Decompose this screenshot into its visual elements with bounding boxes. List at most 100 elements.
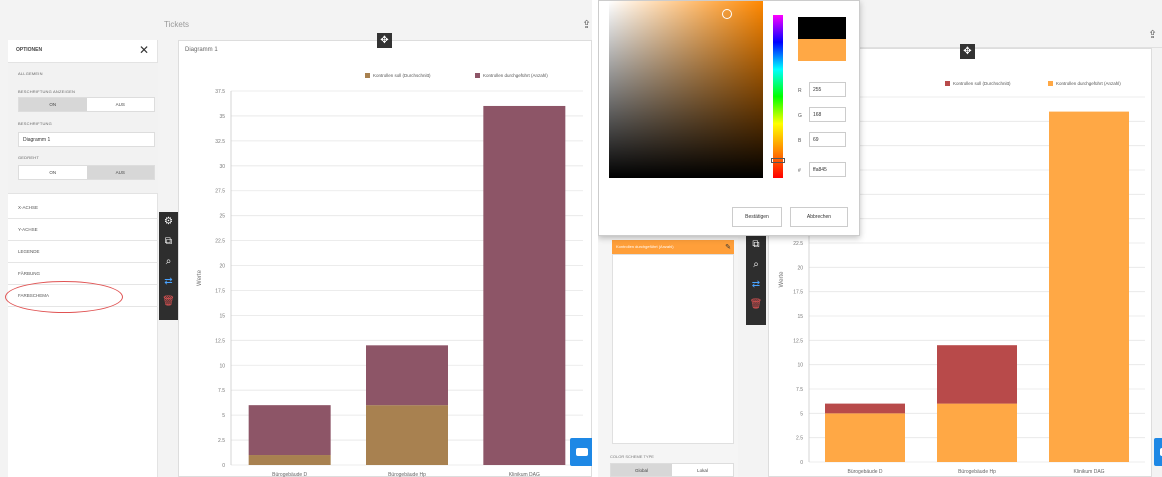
scheme-global[interactable]: Global: [611, 464, 672, 476]
hex-label: #: [798, 168, 801, 174]
previous-color-swatch: [798, 17, 846, 39]
hue-slider-handle[interactable]: [771, 158, 785, 163]
cancel-button[interactable]: Abbrechen: [790, 207, 848, 227]
beschriftung-label: BESCHRIFTUNG: [18, 121, 52, 126]
zoom-icon[interactable]: ⌕: [166, 256, 172, 267]
color-picker-popup: R G B # Bestätigen Abbrechen: [598, 0, 860, 236]
chart-card: Diagramm 1 Kontrollen soll (Durchschnitt…: [178, 40, 592, 477]
copy-icon[interactable]: ⧉: [752, 239, 759, 250]
zoom-icon[interactable]: ⌕: [753, 259, 759, 270]
y-tick-label: 27.5: [215, 189, 225, 195]
allgemein-label: ALLGEMEIN: [18, 71, 43, 76]
gear-icon[interactable]: ⚙: [164, 216, 173, 227]
trash-icon[interactable]: 🗑: [162, 296, 175, 307]
y-tick-label: 20: [219, 264, 225, 270]
bar-segment: [483, 105, 566, 466]
y-tick-label: 37.5: [215, 89, 225, 95]
bar-segment: [366, 405, 448, 465]
y-tick-label: 0: [222, 463, 225, 469]
y-tick-label: 17.5: [215, 288, 225, 294]
edit-icon[interactable]: ✎: [725, 243, 731, 251]
highlight-oval: [5, 281, 123, 313]
g-label: G: [798, 113, 802, 119]
y-tick-label: 10: [797, 363, 803, 369]
y-tick-label: 5: [800, 411, 803, 417]
hue-slider[interactable]: [773, 15, 783, 178]
y-tick-label: 22.5: [793, 241, 803, 247]
copy-icon[interactable]: ⧉: [165, 236, 172, 247]
share-icon[interactable]: ⇪: [582, 18, 591, 31]
gedreht-on[interactable]: ON: [19, 166, 87, 179]
options-header: OPTIONEN ✕: [8, 40, 157, 60]
right-screenshot: ⇪ Kontrollen durchgeführt (Anzahl) ✎ COL…: [598, 0, 1162, 477]
y-tick-label: 15: [797, 314, 803, 320]
move-icon[interactable]: ✥: [960, 44, 975, 59]
beschriftung-anzeigen-on[interactable]: ON: [19, 98, 87, 111]
saturation-value-area[interactable]: [609, 1, 763, 178]
option-item-x-achse[interactable]: X-ACHSE: [8, 197, 158, 219]
chat-icon[interactable]: [570, 438, 592, 466]
hex-input[interactable]: [809, 162, 846, 177]
beschriftung-anzeigen-label: BESCHRIFTUNG ANZEIGEN: [18, 89, 76, 94]
x-tick-label: Bürogebäude Hp: [388, 472, 426, 477]
color-cursor[interactable]: [722, 9, 732, 19]
general-section: ALLGEMEIN BESCHRIFTUNG ANZEIGEN ON AUS B…: [8, 62, 158, 194]
options-title: OPTIONEN: [16, 47, 43, 53]
chat-icon[interactable]: [1154, 438, 1162, 466]
bar-segment: [937, 403, 1017, 462]
y-tick-label: 0: [800, 460, 803, 466]
y-tick-label: 5: [222, 413, 225, 419]
beschriftung-anzeigen-toggle[interactable]: ON AUS: [18, 97, 155, 112]
bar-segment: [825, 403, 905, 414]
y-tick-label: 10: [219, 363, 225, 369]
y-tick-label: 12.5: [793, 338, 803, 344]
y-tick-label: 7.5: [796, 387, 803, 393]
tool-sidebar: ⚙ ⧉ ⌕ ⇄ 🗑: [159, 212, 178, 320]
series-item-durchgefuehrt[interactable]: Kontrollen durchgeführt (Anzahl) ✎: [612, 240, 734, 254]
scheme-type-toggle[interactable]: Global Lokal: [610, 463, 734, 477]
y-tick-label: 12.5: [215, 338, 225, 344]
series-item-label: Kontrollen durchgeführt (Anzahl): [616, 244, 674, 249]
bar-segment: [366, 345, 448, 406]
y-tick-label: 25: [219, 214, 225, 220]
share-icon[interactable]: ⇪: [1148, 28, 1157, 41]
swap-icon[interactable]: ⇄: [752, 279, 760, 290]
gedreht-toggle[interactable]: ON AUS: [18, 165, 155, 180]
trash-icon[interactable]: 🗑: [750, 299, 763, 310]
move-icon[interactable]: ✥: [377, 33, 392, 48]
right-topbar: ⇪: [860, 20, 1162, 48]
y-tick-label: 22.5: [215, 239, 225, 245]
y-axis-label: Werte: [779, 271, 785, 288]
r-input[interactable]: [809, 82, 846, 97]
g-input[interactable]: [809, 107, 846, 122]
scheme-lokal[interactable]: Lokal: [672, 464, 733, 476]
y-tick-label: 15: [219, 313, 225, 319]
left-screenshot: Tickets ⇪ OPTIONEN ✕ ALLGEMEIN BESCHRIFT…: [0, 0, 592, 477]
y-tick-label: 2.5: [796, 436, 803, 442]
option-item-y-achse[interactable]: Y-ACHSE: [8, 219, 158, 241]
beschriftung-input[interactable]: [18, 132, 155, 147]
close-icon[interactable]: ✕: [139, 43, 149, 57]
y-tick-label: 35: [219, 114, 225, 120]
x-tick-label: Bürogebäude D: [847, 469, 882, 475]
confirm-button[interactable]: Bestätigen: [732, 207, 782, 227]
gedreht-label: GEDREHT: [18, 155, 39, 160]
bar-segment: [248, 405, 331, 456]
y-tick-label: 2.5: [218, 438, 225, 444]
b-input[interactable]: [809, 132, 846, 147]
beschriftung-anzeigen-aus[interactable]: AUS: [87, 98, 155, 111]
x-tick-label: Klinikum DAG: [1073, 469, 1104, 475]
series-list: [612, 254, 734, 444]
gedreht-aus[interactable]: AUS: [86, 166, 154, 179]
bar-segment: [248, 455, 331, 465]
y-tick-label: 20: [797, 265, 803, 271]
x-tick-label: Klinikum DAG: [509, 472, 540, 477]
swap-icon[interactable]: ⇄: [164, 276, 172, 287]
x-tick-label: Bürogebäude Hp: [958, 469, 996, 475]
option-item-legende[interactable]: LEGENDE: [8, 241, 158, 263]
new-color-swatch: [798, 39, 846, 61]
y-tick-label: 30: [219, 164, 225, 170]
x-tick-label: Bürogebäude D: [272, 472, 307, 477]
bar-segment: [825, 413, 905, 462]
scheme-type-label: COLOR SCHEME TYPE: [610, 454, 654, 459]
